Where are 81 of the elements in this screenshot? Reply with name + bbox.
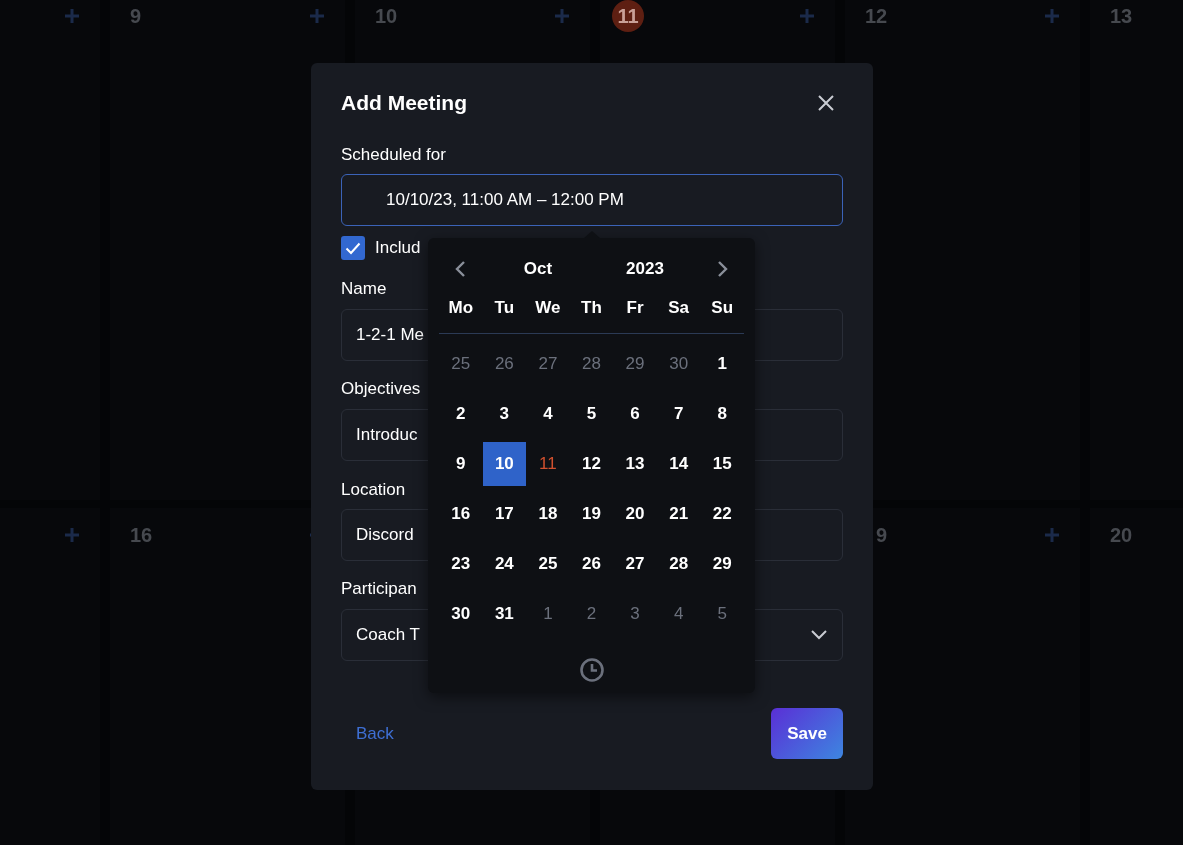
checkbox[interactable] xyxy=(341,236,365,260)
day-cell[interactable]: 5 xyxy=(700,592,744,636)
day-cell[interactable]: 30 xyxy=(439,592,483,636)
day-cell[interactable]: 28 xyxy=(569,342,614,386)
day-cell[interactable]: 26 xyxy=(482,342,527,386)
add-icon[interactable] xyxy=(1044,527,1060,543)
date-range-field[interactable]: 10/10/23, 11:00 AM – 12:00 PM xyxy=(341,174,843,226)
clock-icon[interactable] xyxy=(578,657,605,683)
field-label: Participan xyxy=(341,579,418,599)
day-cell[interactable]: 14 xyxy=(656,442,701,486)
day-number: 9 xyxy=(130,4,142,29)
add-icon[interactable] xyxy=(554,8,570,24)
chevron-down-icon xyxy=(810,629,828,641)
day-cell[interactable]: 25 xyxy=(439,342,483,386)
day-number: 11 xyxy=(612,0,644,32)
day-cell[interactable]: 26 xyxy=(569,542,614,586)
day-cell[interactable]: 3 xyxy=(482,392,527,436)
checkmark-icon xyxy=(345,241,361,255)
day-cell[interactable]: 22 xyxy=(700,492,744,536)
day-cell[interactable]: 12 xyxy=(569,442,614,486)
day-cell[interactable]: 2 xyxy=(569,592,614,636)
day-cell[interactable]: 4 xyxy=(526,392,570,436)
day-cell[interactable]: 27 xyxy=(613,542,657,586)
field-label: Objectives xyxy=(341,379,422,399)
day-cell[interactable]: 19 xyxy=(569,492,614,536)
day-cell[interactable]: 1 xyxy=(526,592,570,636)
day-cell[interactable]: 31 xyxy=(482,592,527,636)
save-button[interactable]: Save xyxy=(771,708,843,759)
day-number: 16 xyxy=(130,523,153,548)
field-label: Location xyxy=(341,480,407,500)
day-cell[interactable]: 29 xyxy=(700,542,744,586)
day-cell[interactable]: 20 xyxy=(613,492,657,536)
back-link[interactable]: Back xyxy=(341,715,409,752)
day-number: 13 xyxy=(1110,4,1133,29)
day-cell[interactable]: 30 xyxy=(656,342,701,386)
add-icon[interactable] xyxy=(799,8,815,24)
add-icon[interactable] xyxy=(1044,8,1060,24)
close-icon[interactable] xyxy=(817,94,835,112)
day-number: 10 xyxy=(375,4,398,29)
day-cell[interactable]: 27 xyxy=(526,342,570,386)
day-cell[interactable]: 4 xyxy=(656,592,701,636)
day-cell[interactable]: 21 xyxy=(656,492,701,536)
day-cell[interactable]: 16 xyxy=(439,492,483,536)
weekday-label: We xyxy=(534,298,562,318)
weekday-label: Th xyxy=(580,298,603,318)
day-cell[interactable]: 17 xyxy=(482,492,527,536)
day-cell[interactable]: 29 xyxy=(613,342,657,386)
day-cell[interactable]: 25 xyxy=(526,542,570,586)
day-cell[interactable]: 2 xyxy=(439,392,483,436)
dialog-title: Add Meeting xyxy=(341,91,467,115)
day-cell[interactable]: 15 xyxy=(700,442,744,486)
day-number: 12 xyxy=(865,4,888,29)
weekday-label: Mo xyxy=(447,298,475,318)
day-cell[interactable]: 5 xyxy=(569,392,614,436)
day-cell[interactable]: 9 xyxy=(439,442,483,486)
day-cell[interactable]: 1 xyxy=(700,342,744,386)
weekday-label: Tu xyxy=(493,298,516,318)
add-icon[interactable] xyxy=(64,8,80,24)
day-number: 20 xyxy=(1110,523,1133,548)
field-label: Name xyxy=(341,279,388,299)
day-cell[interactable]: 8 xyxy=(700,392,744,436)
day-number: 9 xyxy=(876,523,888,548)
weekday-label: Fr xyxy=(625,298,645,318)
field-label: Scheduled for xyxy=(341,145,447,165)
day-cell[interactable]: 11 xyxy=(526,442,570,486)
day-cell[interactable]: 28 xyxy=(656,542,701,586)
day-cell[interactable]: 7 xyxy=(656,392,701,436)
day-cell[interactable]: 6 xyxy=(613,392,657,436)
weekday-label: Su xyxy=(710,298,735,318)
add-icon[interactable] xyxy=(64,527,80,543)
day-cell[interactable]: 3 xyxy=(613,592,657,636)
day-cell[interactable]: 18 xyxy=(526,492,570,536)
checkbox-label: Includ xyxy=(375,238,421,258)
add-icon[interactable] xyxy=(309,8,325,24)
day-cell[interactable]: 24 xyxy=(482,542,527,586)
day-cell[interactable]: 13 xyxy=(613,442,657,486)
weekday-label: Sa xyxy=(667,298,691,318)
day-cell[interactable]: 10 xyxy=(482,442,527,486)
day-cell[interactable]: 23 xyxy=(439,542,483,586)
month-label[interactable]: Oct xyxy=(523,259,553,279)
year-label[interactable]: 2023 xyxy=(626,259,664,279)
